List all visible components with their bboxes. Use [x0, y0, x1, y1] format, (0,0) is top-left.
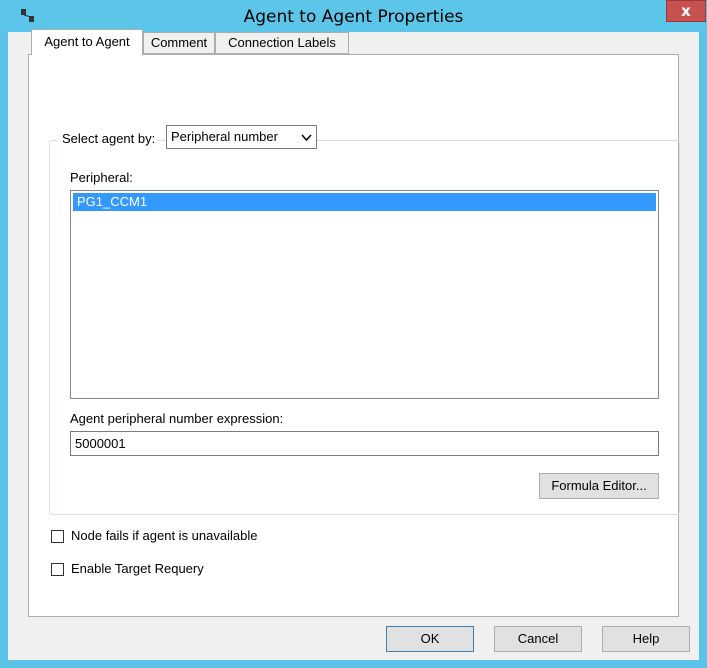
tab-label: Agent to Agent — [44, 34, 130, 49]
close-icon: x — [681, 2, 691, 20]
tab-agent-to-agent[interactable]: Agent to Agent — [31, 29, 143, 55]
tab-label: Connection Labels — [228, 35, 336, 50]
title-bar[interactable]: Agent to Agent Properties x — [0, 0, 707, 32]
select-agent-dropdown[interactable]: Peripheral number — [166, 125, 317, 149]
target-requery-label: Enable Target Requery — [71, 561, 204, 576]
tab-connection-labels[interactable]: Connection Labels — [215, 32, 349, 54]
expression-label: Agent peripheral number expression: — [70, 411, 284, 426]
peripheral-listbox[interactable]: PG1_CCM1 — [70, 190, 659, 399]
select-agent-value: Peripheral number — [171, 129, 278, 144]
cancel-button[interactable]: Cancel — [494, 626, 582, 652]
close-button[interactable]: x — [666, 0, 706, 22]
node-fails-checkbox[interactable] — [51, 530, 64, 543]
help-button[interactable]: Help — [602, 626, 690, 652]
tab-label: Comment — [150, 35, 208, 50]
node-fails-label: Node fails if agent is unavailable — [71, 528, 258, 543]
expression-input[interactable] — [70, 431, 659, 456]
chevron-down-icon — [301, 126, 312, 155]
dialog-window: Agent to Agent Properties x Agent to Age… — [0, 0, 707, 668]
formula-editor-button[interactable]: Formula Editor... — [539, 473, 659, 499]
list-item[interactable]: PG1_CCM1 — [73, 193, 656, 211]
tab-comment[interactable]: Comment — [143, 32, 215, 54]
select-agent-label: Select agent by: — [57, 131, 158, 146]
ok-button[interactable]: OK — [386, 626, 474, 652]
peripheral-label: Peripheral: — [70, 170, 133, 185]
window-title: Agent to Agent Properties — [243, 7, 464, 27]
target-requery-checkbox[interactable] — [51, 563, 64, 576]
